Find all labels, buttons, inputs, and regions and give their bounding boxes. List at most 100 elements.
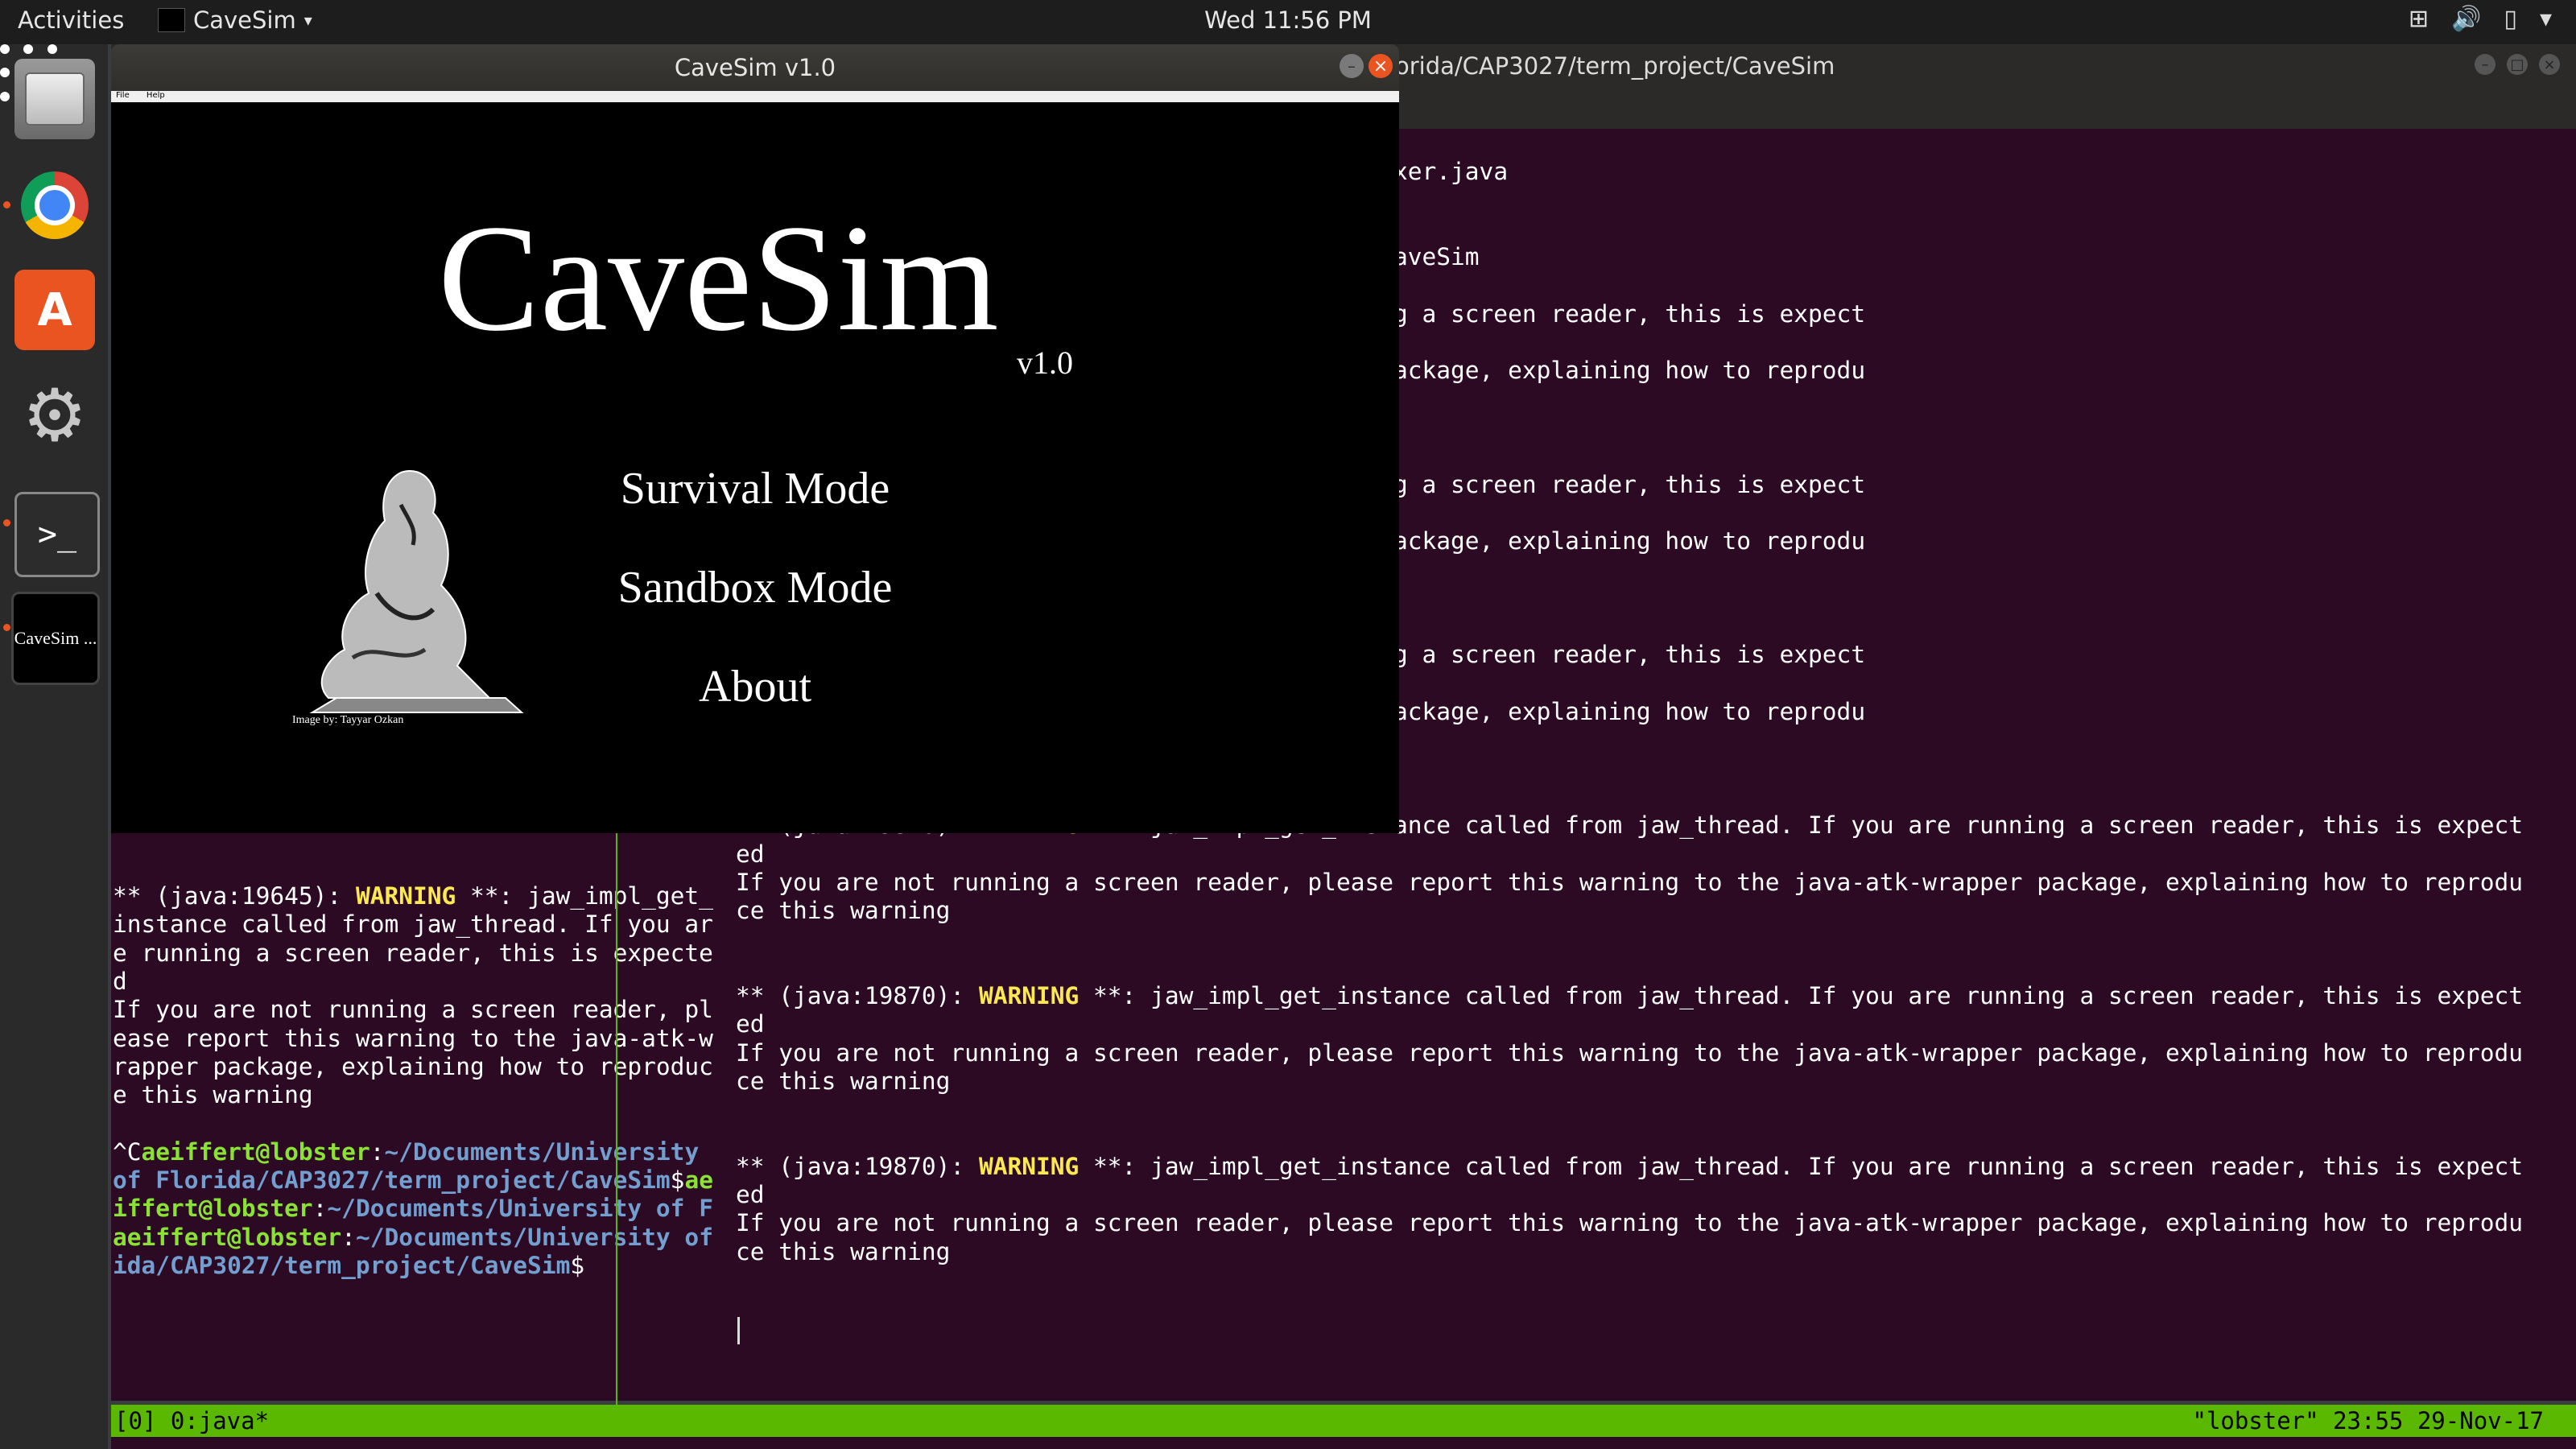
system-tray[interactable]: ⊞ 🔊 ▯ ▾ [2409,5,2552,33]
survival-mode-button[interactable]: Survival Mode [111,463,1399,514]
network-icon[interactable]: ⊞ [2409,5,2429,33]
gear-icon: ⚙ [22,374,88,458]
window-controls: – □ × [2475,54,2560,75]
terminal-text: **: jaw_impl_get_instance called from ja… [1079,982,2524,1009]
terminal-line: iffert@lobster:~/Documents/University of… [113,1194,713,1223]
running-indicator [3,201,10,208]
terminal-text: rapper package, explaining how to reprod… [113,1052,713,1080]
clock[interactable]: Wed 11:56 PM [0,6,2576,34]
battery-icon[interactable]: ▯ [2504,5,2517,33]
status-left: [0] 0:java* [114,1407,270,1435]
about-button[interactable]: About [111,661,1399,712]
terminal-text: WARNING [978,982,1080,1009]
cavesim-version: v1.0 [1017,345,1073,381]
terminal-text: ce this warning [736,897,951,925]
terminal-text: aeiffert@lobster [113,1223,342,1251]
cavesim-titlebar[interactable]: CaveSim v1.0 – × [111,44,1399,91]
terminal-text: ed [736,1010,765,1038]
minimize-icon[interactable]: – [2475,54,2496,75]
terminal-line: If you are not running a screen reader, … [736,1038,2523,1067]
terminal-text: WARNING [355,882,456,910]
terminal-text: ~/Documents/University of [355,1223,723,1251]
terminal-text: ** (java:19870): [736,982,979,1009]
running-indicator [3,624,10,631]
terminal-text: ida/CAP3027/term_project/CaveSim [113,1251,571,1279]
dock-cavesim-label: CaveSim ... [14,628,97,648]
terminal-bottom [111,1437,2576,1449]
terminal-text: ** (java:19645): [113,882,356,910]
terminal-line: If you are not running a screen reader, … [736,1208,2523,1237]
software-center-icon: A [37,283,72,336]
dock-software-center[interactable]: A [14,270,95,350]
terminal-text: ce this warning [736,1237,951,1265]
terminal-line: ida/CAP3027/term_project/CaveSim$ [113,1251,584,1280]
terminal-line: d [113,967,127,996]
cavesim-logo: CaveSim [438,194,999,363]
status-right: "lobster" 23:55 29-Nov-17 [2192,1407,2545,1435]
menu-help[interactable]: Help [147,91,165,100]
terminal-line: ce this warning [736,1237,950,1266]
cavesim-window-title: CaveSim v1.0 [674,54,836,81]
close-icon[interactable]: × [2539,54,2560,75]
tmux-status-bar: [0] 0:java* "lobster" 23:55 29-Nov-17 [111,1405,2576,1437]
dock-cavesim[interactable]: CaveSim ... [11,592,100,685]
terminal-line: rapper package, explaining how to reprod… [113,1052,713,1081]
terminal-text: instance called from jaw_thread. If you … [113,910,713,939]
terminal-text: $ [670,1166,685,1194]
terminal-line: instance called from jaw_thread. If you … [113,910,713,939]
terminal-line: e this warning [113,1080,313,1109]
files-icon [25,72,85,126]
dock-chrome[interactable] [14,165,95,246]
terminal-text: If you are not running a screen reader, … [736,868,2524,896]
terminal-text: If you are not running a screen reader, … [113,996,713,1024]
terminal-text: ~/Documents/University of F [327,1195,713,1223]
window-controls: – × [1340,54,1393,78]
terminal-text: ed [736,840,765,868]
terminal-text: ~/Documents/University [384,1137,700,1166]
terminal-text: e this warning [113,1081,313,1109]
cavesim-menubar: File Help [111,91,1399,102]
terminal-text: of Florida/CAP3027/term_project/CaveSim [113,1166,671,1194]
sandbox-mode-button[interactable]: Sandbox Mode [111,562,1399,613]
menu-file[interactable]: File [116,91,130,100]
maximize-icon[interactable]: □ [2507,54,2528,75]
terminal-text: iffert@lobster [113,1195,313,1223]
terminal-line: ** (java:19870): WARNING **: jaw_impl_ge… [736,1152,2523,1181]
terminal-text: d [113,967,127,995]
minimize-icon[interactable]: – [1340,54,1364,78]
chrome-icon [21,171,89,239]
terminal-line: e running a screen reader, this is expec… [113,939,713,968]
terminal-text: aeiffert@lobster [141,1137,370,1166]
dock-settings[interactable]: ⚙ [14,376,95,456]
volume-icon[interactable]: 🔊 [2451,5,2481,33]
terminal-line: If you are not running a screen reader, … [113,995,713,1024]
terminal-text: ce this warning [736,1067,951,1095]
terminal-text: ** (java:19870): [736,1152,979,1180]
terminal-text: $ [570,1251,585,1279]
top-bar: Activities CaveSim ▾ Wed 11:56 PM ⊞ 🔊 ▯ … [0,0,2576,44]
close-icon[interactable]: × [1368,54,1393,78]
terminal-text: ^C [113,1137,142,1166]
text-cursor [737,1317,740,1344]
terminal-line: aeiffert@lobster:~/Documents/University … [113,1223,723,1252]
cavesim-canvas: CaveSim v1.0 Image by: Tayyar Ozkan Surv… [111,102,1399,833]
terminal-title: orida/CAP3027/term_project/CaveSim [1395,52,1835,80]
cavesim-window: CaveSim v1.0 – × File Help CaveSim v1.0 … [111,44,1399,833]
terminal-text: : [312,1195,328,1223]
terminal-text: ae [684,1166,713,1194]
dock-files[interactable] [14,59,95,139]
terminal-text: ed [736,1181,765,1209]
terminal-text: If you are not running a screen reader, … [736,1038,2524,1067]
dock-terminal[interactable]: >_ [14,492,100,577]
terminal-line: ce this warning [736,1067,950,1096]
terminal-text: ease report this warning to the java-atk… [113,1024,713,1052]
image-credit: Image by: Tayyar Ozkan [292,714,404,726]
terminal-text: : [369,1137,385,1166]
terminal-line: ed [736,1009,765,1038]
terminal-text: If you are not running a screen reader, … [736,1209,2524,1237]
terminal-line: ** (java:19870): WARNING **: jaw_impl_ge… [736,981,2523,1010]
terminal-text: WARNING [978,1152,1080,1180]
terminal-icon: >_ [37,516,77,553]
chevron-down-icon[interactable]: ▾ [2540,5,2552,33]
dock: A ⚙ >_ CaveSim ... [0,44,108,1449]
